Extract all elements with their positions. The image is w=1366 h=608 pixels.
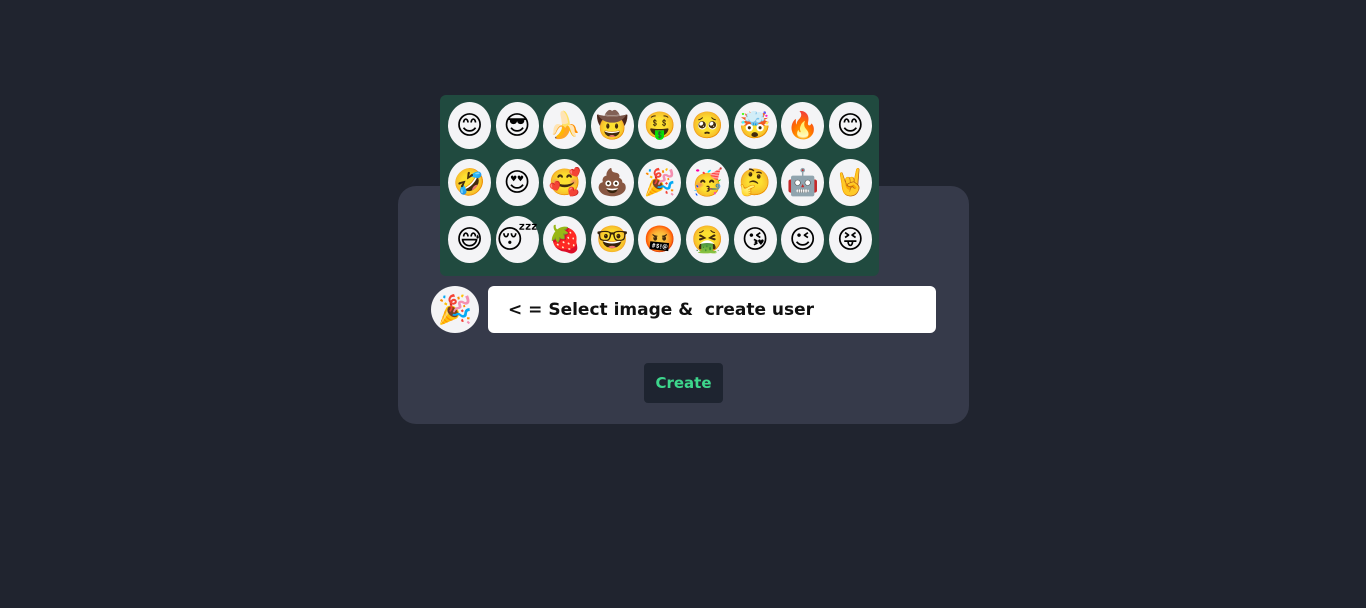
emoji-option[interactable]: 😊	[448, 102, 491, 149]
emoji-option[interactable]: 🤓	[590, 216, 634, 263]
emoji-option[interactable]: 🤑	[638, 102, 682, 149]
emoji-option[interactable]: 🥺	[685, 102, 729, 149]
emoji-picker: 😊 😎 🍌 🤠 🤑 🥺 🤯 🔥 😊 🤣 😍 🥰 💩 🎉 🥳 🤔 🤖 🤘 😅 😴 🍓 🤓 🤬 🤮 😘 😉 😝	[440, 95, 879, 276]
emoji-option[interactable]: 😴	[495, 216, 539, 263]
emoji-option[interactable]: 🤮	[685, 216, 729, 263]
username-input[interactable]	[488, 286, 936, 333]
emoji-option[interactable]: 🤘	[828, 159, 872, 206]
emoji-option[interactable]: 🤠	[590, 102, 634, 149]
emoji-option[interactable]: 🎉	[638, 159, 682, 206]
selected-avatar[interactable]: 🎉	[431, 286, 479, 333]
emoji-option[interactable]: 🍌	[543, 102, 587, 149]
emoji-option[interactable]: 🔥	[781, 102, 825, 149]
emoji-option[interactable]: 💩	[590, 159, 634, 206]
emoji-option[interactable]: 🤬	[638, 216, 682, 263]
emoji-option[interactable]: 😅	[448, 216, 491, 263]
emoji-option[interactable]: 😉	[781, 216, 825, 263]
emoji-option[interactable]: 🤯	[733, 102, 777, 149]
emoji-option[interactable]: 🤖	[781, 159, 825, 206]
emoji-option[interactable]: 🤣	[448, 159, 491, 206]
emoji-option[interactable]: 😝	[828, 216, 872, 263]
emoji-option[interactable]: 🥳	[685, 159, 729, 206]
emoji-option[interactable]: 😘	[733, 216, 777, 263]
emoji-option[interactable]: 🤔	[733, 159, 777, 206]
emoji-option[interactable]: 😍	[495, 159, 539, 206]
emoji-option[interactable]: 😎	[495, 102, 539, 149]
create-button[interactable]: Create	[644, 363, 723, 403]
emoji-option[interactable]: 😊	[828, 102, 872, 149]
emoji-option[interactable]: 🥰	[543, 159, 587, 206]
emoji-option[interactable]: 🍓	[543, 216, 587, 263]
